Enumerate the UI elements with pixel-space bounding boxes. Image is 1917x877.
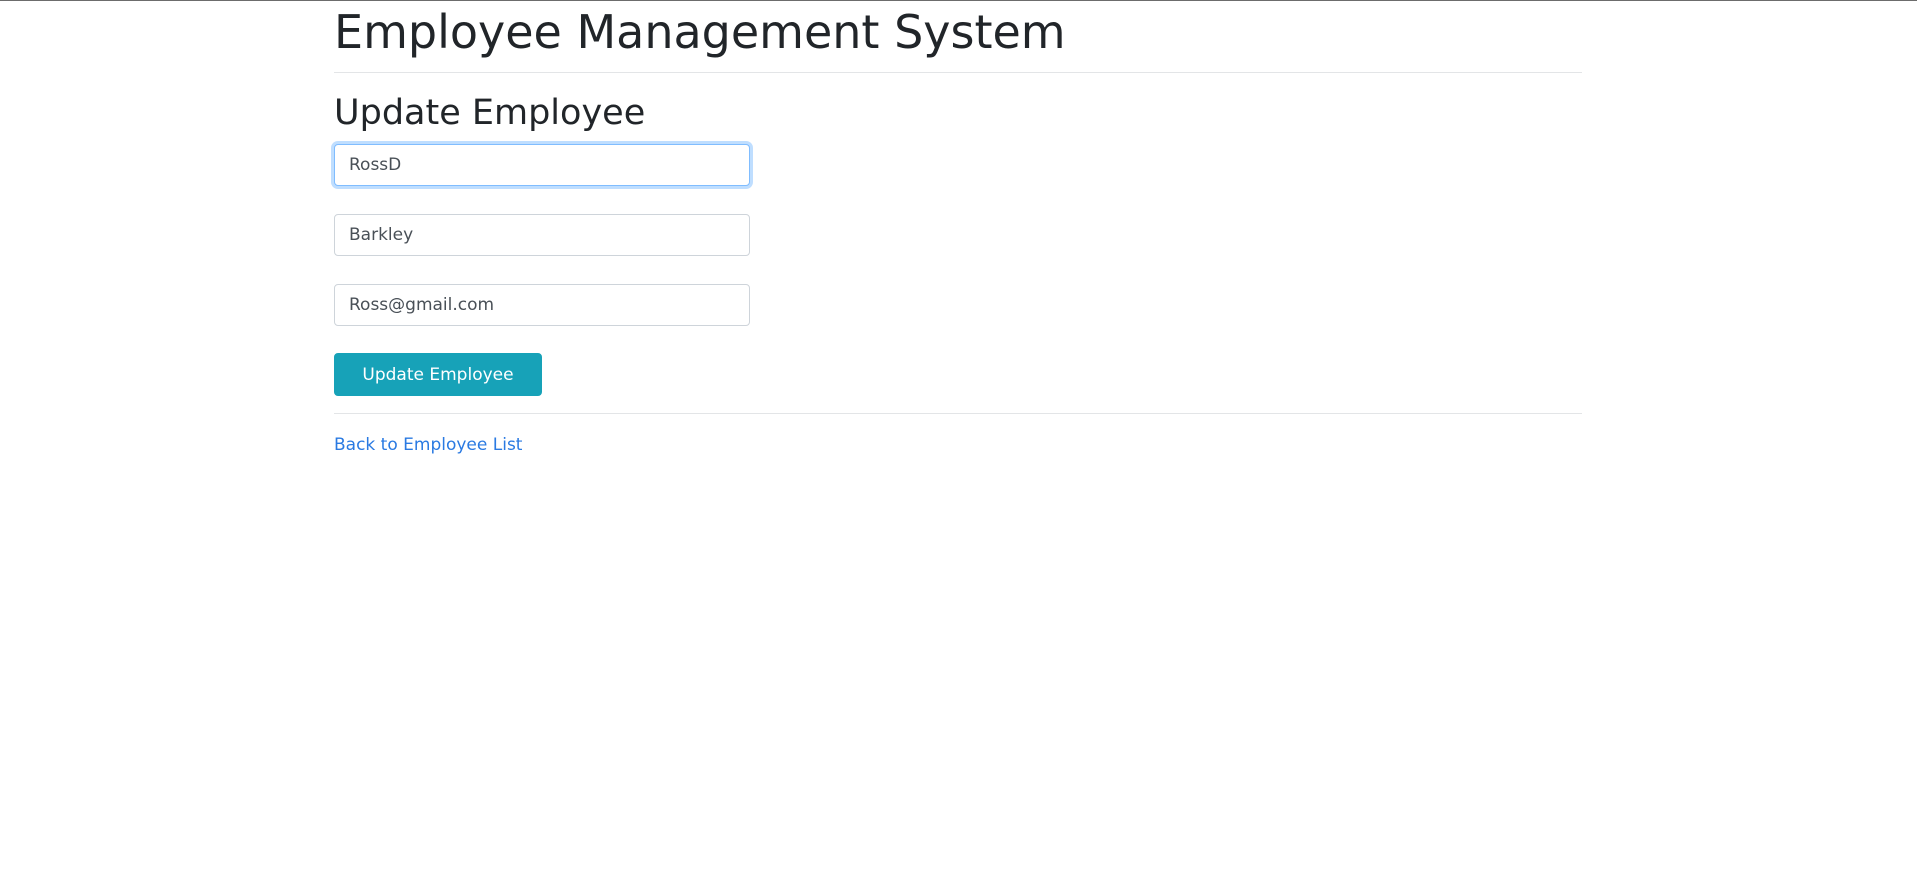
back-to-list-link[interactable]: Back to Employee List (334, 435, 522, 455)
email-input[interactable] (334, 284, 750, 326)
page-title: Update Employee (334, 93, 646, 133)
header-divider (334, 72, 1582, 73)
first-name-input[interactable] (334, 144, 750, 186)
footer-divider (334, 413, 1582, 414)
last-name-input[interactable] (334, 214, 750, 256)
app-title: Employee Management System (334, 5, 1066, 59)
update-employee-button[interactable]: Update Employee (334, 353, 542, 396)
window-top-border (0, 0, 1917, 1)
